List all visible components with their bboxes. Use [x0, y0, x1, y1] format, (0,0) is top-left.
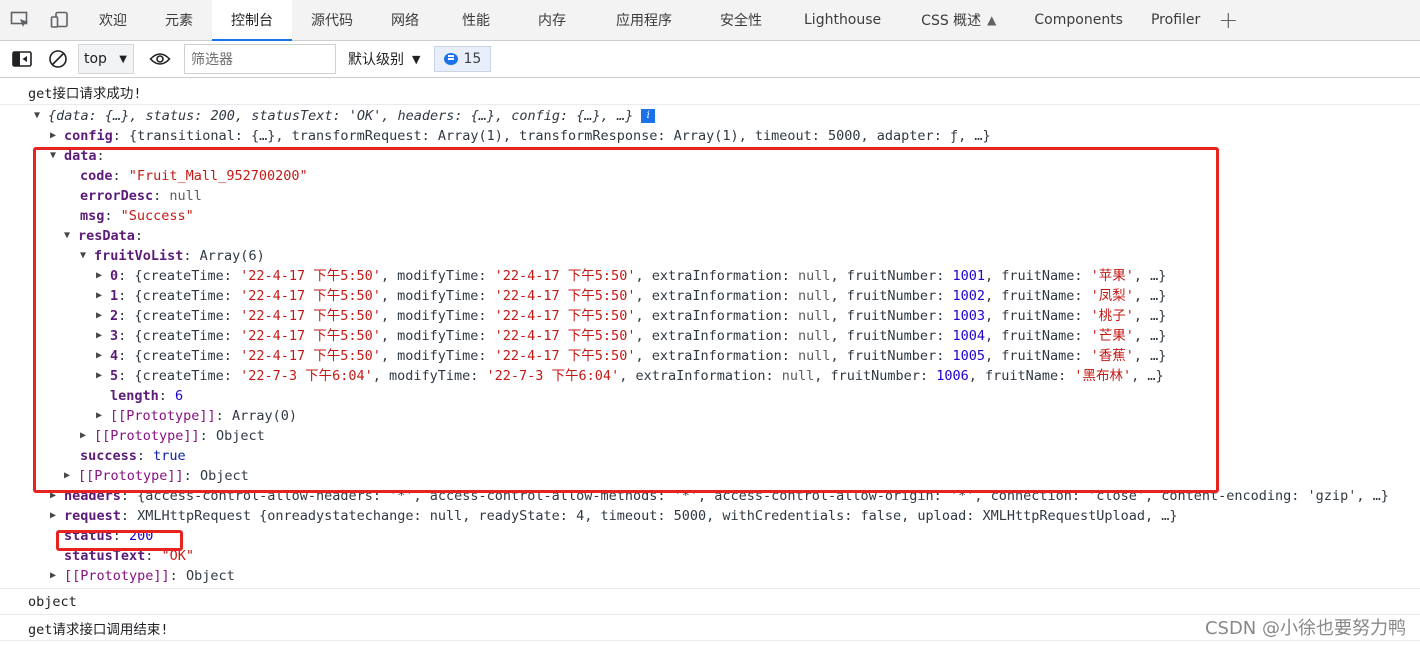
tab-performance[interactable]: 性能	[438, 0, 514, 40]
collapsed-triangle-icon: ▶	[50, 570, 57, 581]
tab-css-overview[interactable]: CSS 概述 ▲	[901, 0, 1016, 40]
issues-count-badge[interactable]: 15	[434, 46, 492, 72]
tab-profiler[interactable]: Profiler	[1141, 0, 1210, 40]
tab-label: 应用程序	[616, 13, 672, 29]
tree-row-status: status: 200	[64, 528, 154, 544]
tab-label: Components	[1034, 12, 1123, 28]
filter-input[interactable]	[184, 44, 336, 74]
inspect-element-icon[interactable]	[0, 0, 40, 40]
tab-label: 安全性	[720, 13, 762, 29]
clear-console-icon[interactable]	[40, 41, 76, 78]
tab-components[interactable]: Components	[1016, 0, 1141, 40]
prop-value: Object	[185, 568, 235, 584]
tab-label: 欢迎	[99, 13, 127, 29]
tab-label: 性能	[462, 13, 490, 29]
collapsed-triangle-icon: ▶	[50, 510, 57, 521]
context-selector[interactable]: top ▼	[78, 44, 134, 74]
tree-row-config[interactable]: ▶ config: {transitional: {…}, transformR…	[0, 126, 1420, 146]
tab-label: 控制台	[231, 13, 273, 29]
tab-welcome[interactable]: 欢迎	[80, 0, 146, 40]
console-toolbar: top ▼ 默认级别 ▼ 15	[0, 41, 1420, 78]
tree-row-statustext: statusText: "OK"	[64, 548, 195, 564]
watermark: CSDN @小徐也要努力鸭	[1204, 618, 1406, 639]
tab-label: Lighthouse	[804, 12, 882, 28]
experimental-flask-icon: ▲	[987, 13, 997, 27]
tab-console[interactable]: 控制台	[212, 0, 292, 41]
tab-label: 源代码	[311, 13, 353, 29]
status-highlight-box	[56, 530, 183, 551]
message-text: get接口请求成功!	[28, 85, 142, 102]
context-label: top	[84, 51, 107, 67]
tree-row-request[interactable]: ▶ request: XMLHttpRequest {onreadystatec…	[0, 506, 1420, 526]
tree-row-prototype[interactable]: ▶ [[Prototype]]: Object	[0, 566, 1420, 586]
levels-label: 默认级别	[348, 52, 404, 68]
tab-application[interactable]: 应用程序	[590, 0, 698, 40]
collapsed-triangle-icon: ▶	[50, 130, 57, 141]
console-message: object	[0, 589, 1420, 615]
prop-key: [[Prototype]]	[64, 568, 170, 584]
tab-label: 元素	[165, 13, 193, 29]
chevron-down-icon: ▼	[412, 52, 421, 66]
tab-network[interactable]: 网络	[372, 0, 438, 40]
tab-label: 网络	[391, 13, 419, 29]
object-summary-row[interactable]: ▼ {data: {…}, status: 200, statusText: '…	[0, 106, 1420, 126]
show-sidebar-icon[interactable]	[4, 41, 40, 78]
tab-sources[interactable]: 源代码	[292, 0, 372, 40]
expanded-triangle-icon: ▼	[34, 110, 41, 121]
tab-elements[interactable]: 元素	[146, 0, 212, 40]
tab-lighthouse[interactable]: Lighthouse	[784, 0, 901, 40]
tab-label: 内存	[538, 13, 566, 29]
tab-label: CSS 概述	[921, 13, 982, 29]
console-message: get接口请求成功!	[0, 79, 1420, 105]
prop-value: {transitional: {…}, transformRequest: Ar…	[129, 128, 991, 144]
info-icon[interactable]: i	[641, 109, 656, 123]
chevron-down-icon: ▼	[119, 53, 127, 65]
message-text: get请求接口调用结束!	[28, 621, 169, 638]
tab-security[interactable]: 安全性	[698, 0, 784, 40]
more-tabs-plus-icon[interactable]: +	[1210, 0, 1246, 40]
message-text: object	[28, 593, 77, 610]
prop-value: XMLHttpRequest {onreadystatechange: null…	[137, 508, 1178, 524]
live-expression-eye-icon[interactable]	[142, 41, 178, 78]
object-summary: {data: {…}, status: 200, statusText: 'OK…	[48, 108, 634, 124]
tab-memory[interactable]: 内存	[514, 0, 590, 40]
devtools-tab-bar: 欢迎 元素 控制台 源代码 网络 性能 内存 应用程序 安全性 Lighthou…	[0, 0, 1420, 41]
tab-label: Profiler	[1150, 12, 1201, 28]
message-bubble-icon	[444, 53, 459, 65]
data-highlight-box	[33, 147, 1219, 493]
device-toolbar-icon[interactable]	[40, 0, 80, 40]
log-levels-dropdown[interactable]: 默认级别 ▼	[348, 49, 420, 69]
prop-key: request	[64, 508, 121, 524]
issues-count: 15	[463, 51, 482, 67]
prop-key: config	[64, 128, 113, 144]
